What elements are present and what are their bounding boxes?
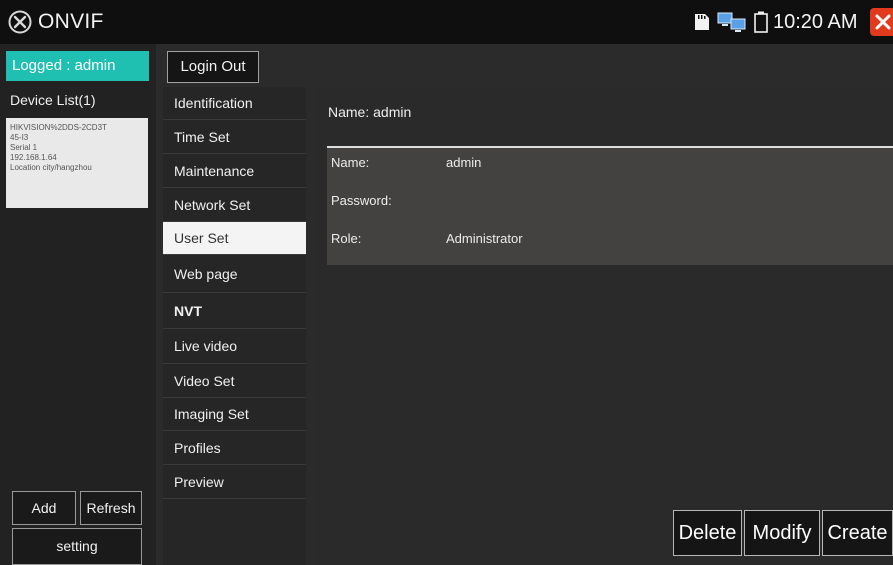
delete-button[interactable]: Delete bbox=[673, 510, 742, 556]
role-value: Administrator bbox=[446, 231, 523, 246]
modify-button[interactable]: Modify bbox=[744, 510, 820, 556]
create-button[interactable]: Create bbox=[822, 510, 893, 556]
refresh-button[interactable]: Refresh bbox=[80, 491, 142, 525]
onvif-app: ONVIF 10:20 AM Logged : admin Device Lis… bbox=[0, 0, 893, 565]
title-bar: ONVIF 10:20 AM bbox=[0, 0, 893, 44]
name-label: Name: bbox=[331, 155, 370, 170]
menu-item-web-page[interactable]: Web page bbox=[163, 255, 306, 293]
menu-item-maintenance[interactable]: Maintenance bbox=[163, 154, 306, 188]
user-list-entry[interactable]: Name: admin bbox=[328, 104, 411, 120]
network-icon bbox=[717, 12, 746, 32]
close-button[interactable] bbox=[870, 8, 893, 36]
menu-section-nvt: NVT bbox=[163, 293, 306, 329]
setting-button[interactable]: setting bbox=[12, 528, 142, 565]
clock-time: 10:20 AM bbox=[773, 11, 858, 33]
menu-item-video-set[interactable]: Video Set bbox=[163, 364, 306, 398]
name-value: admin bbox=[446, 155, 482, 170]
menu-item-preview[interactable]: Preview bbox=[163, 465, 306, 499]
onvif-logo-icon bbox=[8, 10, 32, 34]
menu-item-imaging-set[interactable]: Imaging Set bbox=[163, 398, 306, 431]
settings-menu: Identification Time Set Maintenance Netw… bbox=[163, 87, 306, 565]
menu-item-profiles[interactable]: Profiles bbox=[163, 431, 306, 465]
device-serial: Serial 1 bbox=[10, 143, 38, 152]
menu-item-network-set[interactable]: Network Set bbox=[163, 188, 306, 222]
password-label: Password: bbox=[331, 193, 392, 208]
sd-card-icon bbox=[695, 14, 709, 30]
logged-status: Logged : admin bbox=[6, 51, 149, 81]
app-title: ONVIF bbox=[38, 10, 104, 33]
device-list-item[interactable]: HIKVISION%2DDS-2CD3T 45-I3 Serial 1 192.… bbox=[6, 118, 148, 208]
left-panel: Logged : admin Device List(1) HIKVISION%… bbox=[0, 44, 156, 565]
device-model-suffix: 45-I3 bbox=[10, 133, 29, 142]
menu-item-live-video[interactable]: Live video bbox=[163, 329, 306, 364]
login-out-button[interactable]: Login Out bbox=[167, 51, 259, 83]
device-location: Location city/hangzhou bbox=[10, 163, 92, 172]
menu-item-user-set[interactable]: User Set bbox=[163, 222, 306, 255]
device-list-title: Device List(1) bbox=[10, 92, 96, 108]
menu-item-time-set[interactable]: Time Set bbox=[163, 120, 306, 154]
add-button[interactable]: Add bbox=[12, 491, 76, 525]
user-detail-box: Name: admin Password: Role: Administrato… bbox=[327, 148, 893, 265]
device-model: HIKVISION%2DDS-2CD3T bbox=[10, 123, 107, 132]
role-label: Role: bbox=[331, 231, 362, 246]
close-icon bbox=[875, 14, 891, 30]
battery-icon bbox=[754, 11, 768, 33]
menu-item-identification[interactable]: Identification bbox=[163, 87, 306, 120]
user-set-panel: Name: admin Name: admin Password: Role: … bbox=[318, 87, 893, 565]
device-ip: 192.168.1.64 bbox=[10, 153, 57, 162]
